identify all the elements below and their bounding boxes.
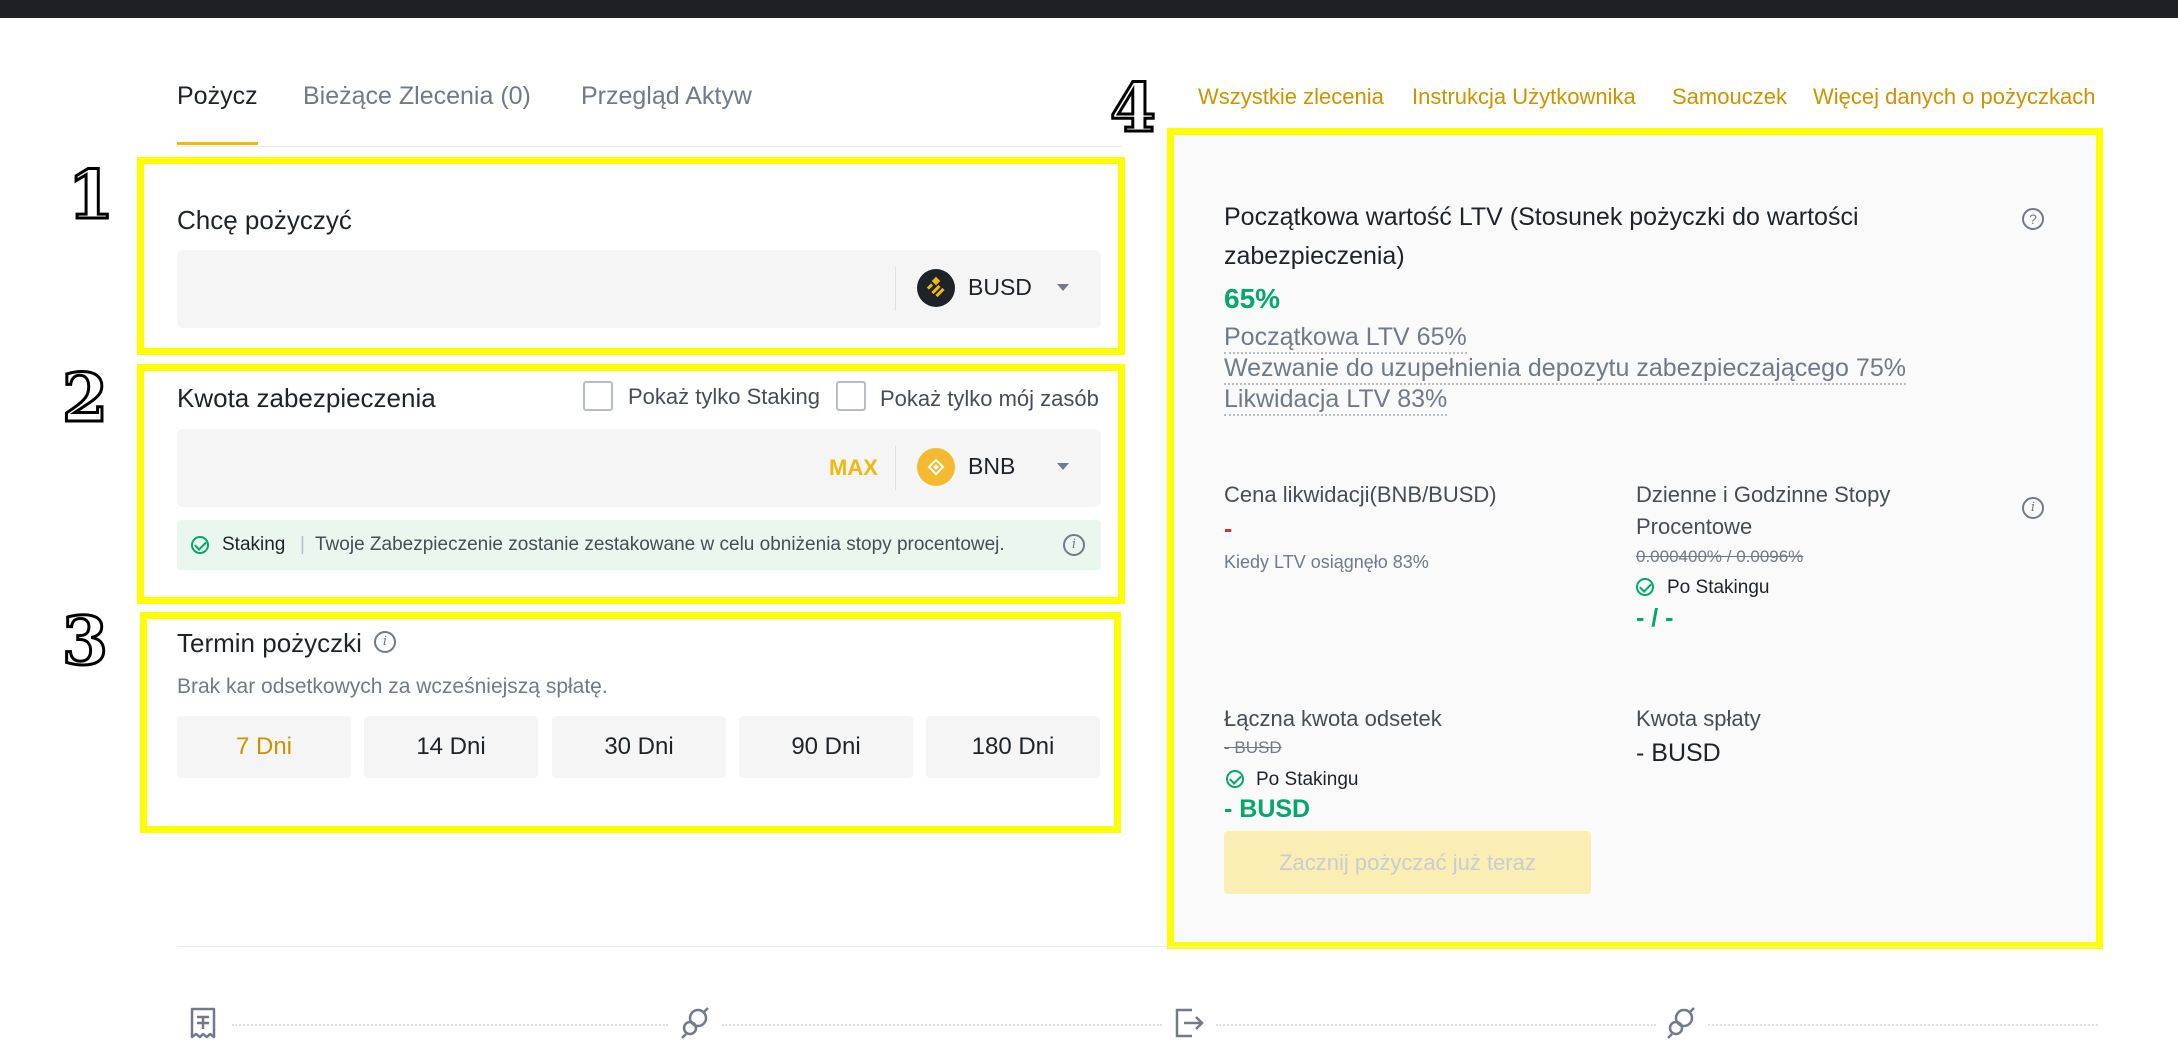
link-more-loan-data[interactable]: Więcej danych o pożyczkach xyxy=(1813,84,2095,110)
annotation-number-4: 4 xyxy=(1109,69,1158,147)
link-all-orders[interactable]: Wszystkie zlecenia xyxy=(1198,84,1384,110)
tabs-divider xyxy=(177,146,1122,147)
receipt-icon xyxy=(190,1007,216,1039)
link-user-guide[interactable]: Instrukcja Użytkownika xyxy=(1412,84,1636,110)
step-connector xyxy=(1216,1024,1656,1026)
exchange-icon xyxy=(681,1007,709,1039)
annotation-number-2: 2 xyxy=(61,359,110,437)
top-navigation-bar xyxy=(0,0,2178,18)
annotation-box-2 xyxy=(137,364,1125,604)
tab-borrow[interactable]: Pożycz xyxy=(177,82,258,111)
tab-asset-overview[interactable]: Przegląd Aktyw xyxy=(581,82,752,111)
exchange-icon xyxy=(1667,1007,1695,1039)
annotation-number-1: 1 xyxy=(67,156,116,234)
section-divider xyxy=(177,946,2097,947)
step-connector xyxy=(232,1024,668,1026)
annotation-box-4 xyxy=(1167,128,2103,949)
active-tab-indicator xyxy=(177,142,258,145)
repay-arrow-icon xyxy=(1175,1008,1204,1038)
tab-current-orders[interactable]: Bieżące Zlecenia (0) xyxy=(303,82,531,111)
annotation-number-3: 3 xyxy=(61,602,110,680)
step-connector xyxy=(722,1024,1162,1026)
step-connector xyxy=(1708,1024,2098,1026)
link-tutorial[interactable]: Samouczek xyxy=(1672,84,1787,110)
annotation-box-1 xyxy=(137,157,1125,355)
annotation-box-3 xyxy=(140,612,1121,833)
